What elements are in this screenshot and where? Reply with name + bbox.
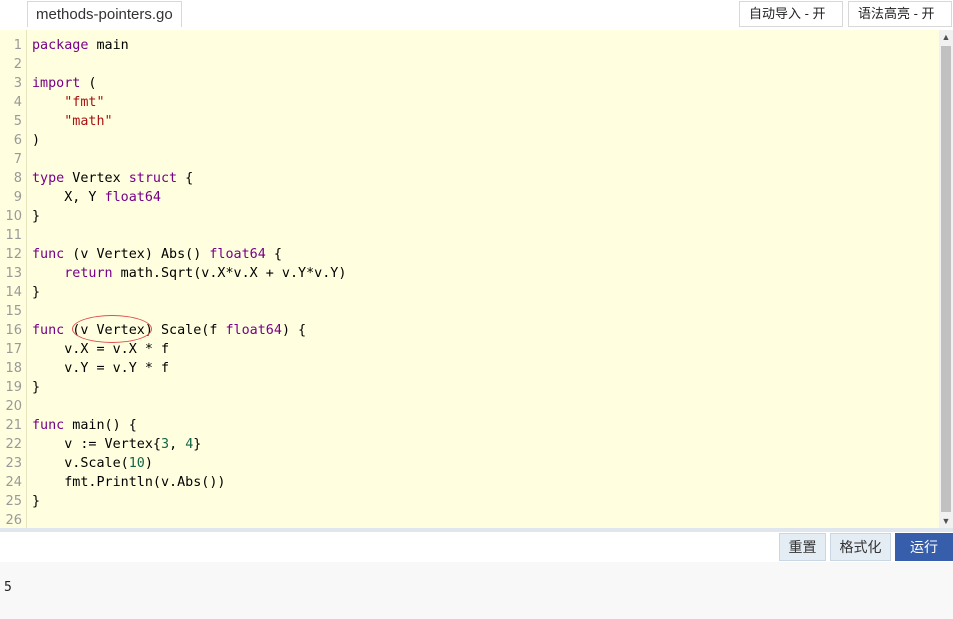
line-number: 6 bbox=[13, 133, 22, 148]
code-line[interactable]: } bbox=[32, 492, 939, 511]
auto-import-toggle[interactable]: 自动导入 - 开 bbox=[739, 1, 843, 27]
line-number: 24 bbox=[5, 475, 22, 490]
code-line[interactable]: return math.Sqrt(v.X*v.X + v.Y*v.Y) bbox=[32, 264, 939, 283]
code-line[interactable]: v.X = v.X * f bbox=[32, 340, 939, 359]
code-line[interactable]: "fmt" bbox=[32, 93, 939, 112]
code-line[interactable]: import ( bbox=[32, 74, 939, 93]
line-number: 17 bbox=[5, 342, 22, 357]
line-number: 5 bbox=[13, 114, 22, 129]
line-number: 26 bbox=[5, 513, 22, 528]
output-text: 5 bbox=[4, 580, 12, 595]
code-line[interactable]: } bbox=[32, 378, 939, 397]
run-button[interactable]: 运行 bbox=[895, 533, 953, 561]
line-number: 2 bbox=[13, 57, 22, 72]
code-line[interactable]: ​ bbox=[32, 226, 939, 245]
line-number: 15 bbox=[5, 304, 22, 319]
line-number: 14 bbox=[5, 285, 22, 300]
line-number: 11 bbox=[5, 228, 22, 243]
code-line[interactable]: } bbox=[32, 207, 939, 226]
line-number: 23 bbox=[5, 456, 22, 471]
code-line[interactable]: ​ bbox=[32, 150, 939, 169]
code-line[interactable]: func (v Vertex) Abs() float64 { bbox=[32, 245, 939, 264]
code-line[interactable]: ​ bbox=[32, 511, 939, 528]
format-button[interactable]: 格式化 bbox=[830, 533, 891, 561]
line-number: 12 bbox=[5, 247, 22, 262]
line-number: 22 bbox=[5, 437, 22, 452]
code-line[interactable]: func (v Vertex) Scale(f float64) { bbox=[32, 321, 939, 340]
top-bar: methods-pointers.go 自动导入 - 开 语法高亮 - 开 bbox=[0, 0, 953, 30]
code-line[interactable]: "math" bbox=[32, 112, 939, 131]
line-number: 21 bbox=[5, 418, 22, 433]
code-line[interactable]: v := Vertex{3, 4} bbox=[32, 435, 939, 454]
line-number: 25 bbox=[5, 494, 22, 509]
editor-scrollbar[interactable]: ▲ ▼ bbox=[939, 30, 953, 528]
code-area[interactable]: package main​import ( "fmt" "math")​type… bbox=[32, 36, 939, 528]
code-line[interactable]: type Vertex struct { bbox=[32, 169, 939, 188]
code-line[interactable]: } bbox=[32, 283, 939, 302]
line-number: 19 bbox=[5, 380, 22, 395]
file-tab[interactable]: methods-pointers.go bbox=[27, 1, 182, 27]
code-line[interactable]: v.Y = v.Y * f bbox=[32, 359, 939, 378]
line-number: 9 bbox=[13, 190, 22, 205]
code-line[interactable]: ) bbox=[32, 131, 939, 150]
code-line[interactable]: ​ bbox=[32, 302, 939, 321]
scroll-up-icon[interactable]: ▲ bbox=[939, 30, 953, 44]
syntax-highlight-toggle[interactable]: 语法高亮 - 开 bbox=[848, 1, 952, 27]
line-number: 1 bbox=[13, 38, 22, 53]
line-number: 8 bbox=[13, 171, 22, 186]
line-number: 18 bbox=[5, 361, 22, 376]
line-number: 4 bbox=[13, 95, 22, 110]
code-line[interactable]: fmt.Println(v.Abs()) bbox=[32, 473, 939, 492]
code-line[interactable]: func main() { bbox=[32, 416, 939, 435]
line-number: 16 bbox=[5, 323, 22, 338]
line-number: 13 bbox=[5, 266, 22, 281]
controls-bar: 重置 格式化 运行 bbox=[0, 532, 953, 562]
reset-button[interactable]: 重置 bbox=[779, 533, 826, 561]
code-line[interactable]: ​ bbox=[32, 55, 939, 74]
line-number-gutter: 1 2 3 4 5 6 7 8 9 10 11 12 13 14 15 16 17 18 19 20 21 22 23 24 2… bbox=[0, 30, 27, 528]
scroll-thumb[interactable] bbox=[941, 46, 951, 512]
code-line[interactable]: v.Scale(10) bbox=[32, 454, 939, 473]
code-editor[interactable]: 1 2 3 4 5 6 7 8 9 10 11 12 13 14 15 16 17 18 19 20 21 22 23 24 2… bbox=[0, 30, 953, 528]
code-line[interactable]: ​ bbox=[32, 397, 939, 416]
code-line[interactable]: X, Y float64 bbox=[32, 188, 939, 207]
line-number: 7 bbox=[13, 152, 22, 167]
line-number: 10 bbox=[5, 209, 22, 224]
line-number: 20 bbox=[5, 399, 22, 414]
scroll-down-icon[interactable]: ▼ bbox=[939, 514, 953, 528]
line-number: 3 bbox=[13, 76, 22, 91]
code-line[interactable]: package main bbox=[32, 36, 939, 55]
output-panel: 5 bbox=[0, 562, 953, 619]
